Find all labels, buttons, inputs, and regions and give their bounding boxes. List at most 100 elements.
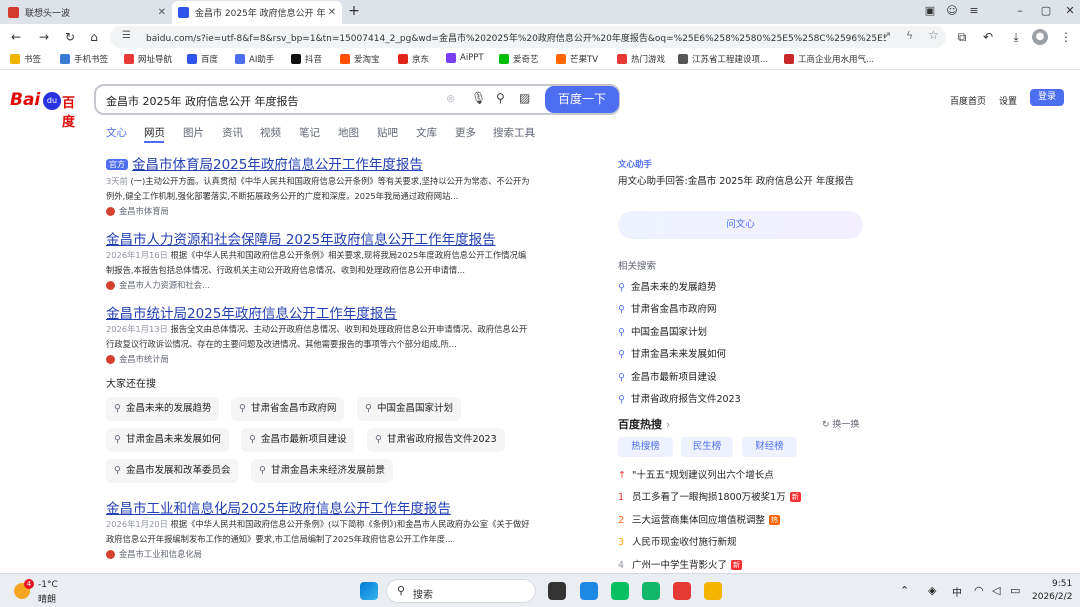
bookmark-item[interactable]: 书签 — [10, 53, 41, 65]
bookmark-item[interactable]: 网址导航 — [124, 53, 172, 65]
file-explorer-icon[interactable] — [704, 582, 722, 600]
refresh-button[interactable]: ↻ 换一换 — [822, 417, 859, 430]
bookmark-item[interactable]: 京东 — [398, 53, 429, 65]
start-icon[interactable] — [360, 582, 378, 600]
related-search-item[interactable]: ⚲ 金昌市最新项目建设 — [618, 369, 716, 383]
tab-news[interactable]: 资讯 — [222, 125, 243, 140]
volume-icon[interactable]: ◁ — [992, 584, 1000, 597]
related-search-item[interactable]: ⚲ 甘肃省政府报告文件2023 — [618, 391, 741, 405]
menu-icon[interactable]: ≡ — [966, 4, 982, 17]
hot-item[interactable]: ↑ "十五五"规划建议列出六个增长点 — [618, 467, 774, 481]
result-source[interactable]: 金昌市统计局 — [106, 353, 169, 365]
suggest-chip[interactable]: ⚲ 甘肃金昌未来经济发展前景 — [251, 459, 393, 483]
chat-app-icon[interactable] — [642, 582, 660, 600]
hot-tab[interactable]: 民生榜 — [681, 437, 733, 457]
suggest-chip[interactable]: ⚲ 中国金昌国家计划 — [357, 397, 461, 421]
bookmark-item[interactable]: 手机书签 — [60, 53, 108, 65]
bookmark-item[interactable]: AiPPT — [446, 53, 484, 63]
result-source[interactable]: 金昌市工业和信息化局 — [106, 548, 202, 560]
ask-wenxin-button[interactable]: 问文心 — [618, 211, 863, 239]
tab-active[interactable]: 金昌市 2025年 政府信息公开 年度 ✕ — [172, 1, 342, 24]
bookmark-item[interactable]: 爱淘宝 — [340, 53, 380, 65]
search-tools-button[interactable]: 搜索工具 — [493, 125, 535, 140]
result-title-link[interactable]: 金昌市统计局2025年政府信息公开工作年度报告 — [106, 302, 397, 322]
attachment-icon[interactable]: ⚲ — [496, 91, 505, 105]
suggest-chip[interactable]: ⚲ 甘肃省政府报告文件2023 — [367, 428, 505, 452]
window-close-button[interactable]: ✕ — [1062, 4, 1078, 17]
tab-more[interactable]: 更多 — [455, 125, 476, 140]
maximize-button[interactable]: ▢ — [1038, 4, 1054, 17]
task-view-icon[interactable] — [548, 582, 566, 600]
bookmark-item[interactable]: AI助手 — [235, 53, 274, 65]
settings-link[interactable]: 设置 — [999, 94, 1017, 107]
search-button[interactable]: 百度一下 — [545, 86, 619, 113]
suggest-chip[interactable]: ⚲ 金昌市发展和改革委员会 — [106, 459, 239, 483]
result-source[interactable]: 金昌市人力资源和社会... — [106, 279, 210, 291]
undo-icon[interactable]: ↶ — [980, 29, 996, 45]
microphone-icon[interactable]: 🎙︎ — [471, 91, 486, 105]
tab-map[interactable]: 地图 — [338, 125, 359, 140]
bookmark-item[interactable]: 工商企业用水用气... — [784, 53, 874, 65]
close-icon[interactable]: ✕ — [158, 7, 166, 18]
baidu-logo[interactable]: Bai du 百度 — [10, 90, 86, 130]
forward-icon[interactable]: → — [36, 29, 52, 45]
result-title-link[interactable]: 金昌市工业和信息化局2025年政府信息公开工作年度报告 — [106, 497, 451, 517]
new-tab-button[interactable]: + — [346, 3, 362, 19]
taskbar-search[interactable]: ⚲ 搜索 — [386, 579, 536, 603]
bookmark-item[interactable]: 江苏省工程建设项... — [678, 53, 768, 65]
hot-tab[interactable]: 财经榜 — [742, 437, 797, 457]
extensions-icon[interactable]: ⧉ — [954, 29, 970, 45]
profile-icon[interactable]: ☺ — [944, 4, 960, 17]
search-box[interactable]: 金昌市 2025年 政府信息公开 年度报告 ⊗ 🎙︎ ⚲ ▨ — [94, 84, 620, 115]
result-title-link[interactable]: 官方 金昌市体育局2025年政府信息公开工作年度报告 — [106, 153, 423, 173]
battery-icon[interactable]: ▭ — [1010, 584, 1020, 597]
tab-video[interactable]: 视频 — [260, 125, 281, 140]
related-search-item[interactable]: ⚲ 甘肃省金昌市政府网 — [618, 301, 716, 315]
suggest-chip[interactable]: ⚲ 甘肃省金昌市政府网 — [231, 397, 345, 421]
wps-icon[interactable] — [673, 582, 691, 600]
more-icon[interactable]: ⋮ — [1058, 29, 1074, 45]
back-icon[interactable]: ← — [8, 29, 24, 45]
minimize-button[interactable]: – — [1012, 4, 1028, 17]
hot-item[interactable]: 1 员工多看了一眼掏损1800万被奖1万新 — [618, 489, 801, 503]
star-icon[interactable]: ☆ — [928, 28, 939, 42]
hot-item[interactable]: 2 三大运营商集体回应增值税调整热 — [618, 512, 781, 526]
login-button[interactable]: 登录 — [1030, 89, 1064, 106]
bookmark-item[interactable]: 芒果TV — [556, 53, 598, 65]
related-search-item[interactable]: ⚲ 金昌未来的发展趋势 — [618, 279, 716, 293]
site-info-icon[interactable]: ☰ — [122, 30, 131, 41]
address-bar[interactable]: ☰ baidu.com/s?ie=utf-8&f=8&rsv_bp=1&tn=1… — [110, 26, 946, 48]
search-input[interactable]: 金昌市 2025年 政府信息公开 年度报告 — [106, 93, 298, 109]
suggest-chip[interactable]: ⚲ 金昌未来的发展趋势 — [106, 397, 220, 421]
baidu-home-link[interactable]: 百度首页 — [950, 94, 986, 107]
ime-indicator[interactable]: 中 — [952, 584, 962, 599]
sidebar-icon[interactable]: ▣ — [922, 4, 938, 17]
close-icon[interactable]: ✕ — [328, 7, 336, 18]
related-search-item[interactable]: ⚲ 中国金昌国家计划 — [618, 324, 707, 338]
avatar-icon[interactable]: ● — [1032, 29, 1048, 45]
reload-icon[interactable]: ↻ — [62, 29, 78, 45]
tab-images[interactable]: 图片 — [183, 125, 204, 140]
browser-app-icon[interactable] — [580, 582, 598, 600]
security-icon[interactable]: ◈ — [928, 584, 936, 597]
tray-chevron-icon[interactable]: ⌃ — [900, 584, 909, 597]
bookmark-item[interactable]: 百度 — [187, 53, 218, 65]
hot-item[interactable]: 3 人民币现金收付施行新规 — [618, 534, 737, 548]
wifi-icon[interactable]: ◠ — [974, 584, 984, 597]
clock-date[interactable]: 2026/2/2 — [1032, 592, 1072, 602]
bookmark-item[interactable]: 热门游戏 — [617, 53, 665, 65]
tab-wenxin[interactable]: 文心 — [106, 125, 127, 140]
tab-inactive[interactable]: 联想头一波 ✕ — [2, 1, 172, 24]
tab-web[interactable]: 网页 — [144, 125, 165, 140]
result-source[interactable]: 金昌市体育局 — [106, 205, 169, 217]
download-icon[interactable]: ⤓ — [1008, 29, 1024, 45]
hot-tab[interactable]: 热搜榜 — [618, 437, 673, 457]
lightning-icon[interactable]: ϟ — [906, 29, 913, 42]
wechat-icon[interactable] — [611, 582, 629, 600]
bookmark-item[interactable]: 抖音 — [291, 53, 322, 65]
related-search-item[interactable]: ⚲ 甘肃金昌未来发展如何 — [618, 346, 726, 360]
clear-icon[interactable]: ⊗ — [446, 92, 455, 105]
clock-time[interactable]: 9:51 — [1052, 579, 1072, 589]
share-icon[interactable]: ↗ — [882, 29, 891, 42]
hot-search-title[interactable]: 百度热搜 › — [618, 416, 670, 432]
